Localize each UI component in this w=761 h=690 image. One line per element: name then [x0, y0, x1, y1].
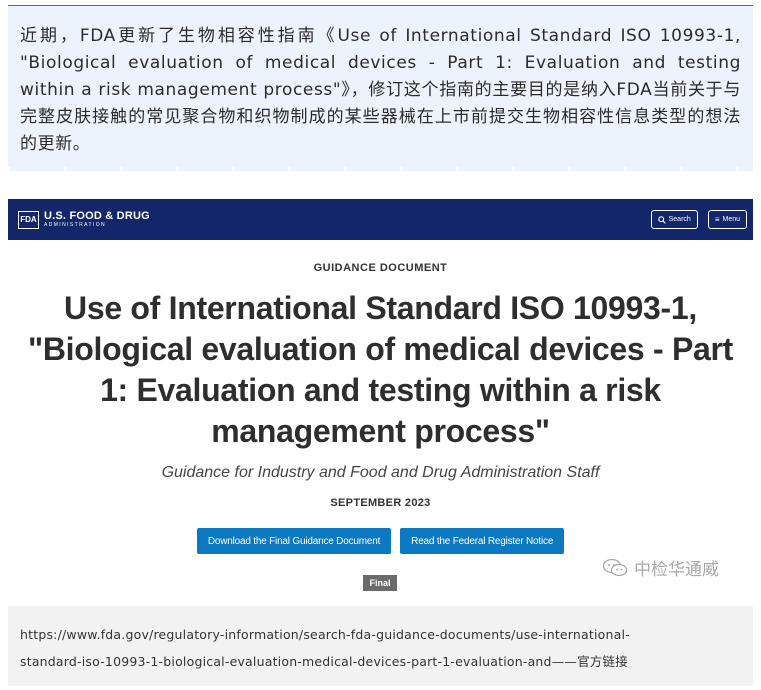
link-line-1[interactable]: https://www.fda.gov/regulatory-informati… [20, 621, 741, 648]
document-subtitle: Guidance for Industry and Food and Drug … [161, 464, 600, 481]
intro-text: 近期，FDA更新了生物相容性指南《Use of International St… [20, 26, 741, 154]
menu-label: Menu [722, 216, 740, 223]
fda-logo-text: U.S. FOOD & DRUG ADMINISTRATION [44, 210, 150, 229]
watermark: 中检华通威 [602, 555, 719, 580]
document-type-label: GUIDANCE DOCUMENT [313, 262, 448, 274]
fda-logo-mark: FDA [18, 210, 39, 229]
intro-panel: 近期，FDA更新了生物相容性指南《Use of International St… [8, 5, 753, 171]
fda-header-bar: FDA U.S. FOOD & DRUG ADMINISTRATION Sear… [8, 199, 753, 240]
federal-register-button[interactable]: Read the Federal Register Notice [400, 528, 565, 554]
logo-sub-text: ADMINISTRATION [44, 222, 107, 228]
dashed-divider [8, 167, 753, 171]
fda-logo[interactable]: FDA U.S. FOOD & DRUG ADMINISTRATION [18, 210, 150, 229]
action-buttons: Download the Final Guidance Document Rea… [0, 528, 761, 554]
wechat-icon [602, 558, 628, 576]
download-guidance-button[interactable]: Download the Final Guidance Document [196, 528, 392, 554]
search-label: Search [668, 216, 691, 223]
logo-main-text: U.S. FOOD & DRUG [44, 210, 150, 222]
link-line-2[interactable]: standard-iso-10993-1-biological-evaluati… [20, 648, 741, 675]
link-panel: https://www.fda.gov/regulatory-informati… [8, 606, 753, 686]
search-icon [657, 215, 666, 224]
hamburger-icon: ≡ [714, 215, 720, 224]
menu-button[interactable]: ≡ Menu [707, 210, 747, 229]
watermark-text: 中检华通威 [634, 560, 719, 580]
document-date: SEPTEMBER 2023 [330, 497, 431, 509]
status-badge: Final [363, 575, 397, 591]
document-title: Use of International Standard ISO 10993-… [28, 290, 733, 449]
search-button[interactable]: Search [650, 210, 698, 229]
